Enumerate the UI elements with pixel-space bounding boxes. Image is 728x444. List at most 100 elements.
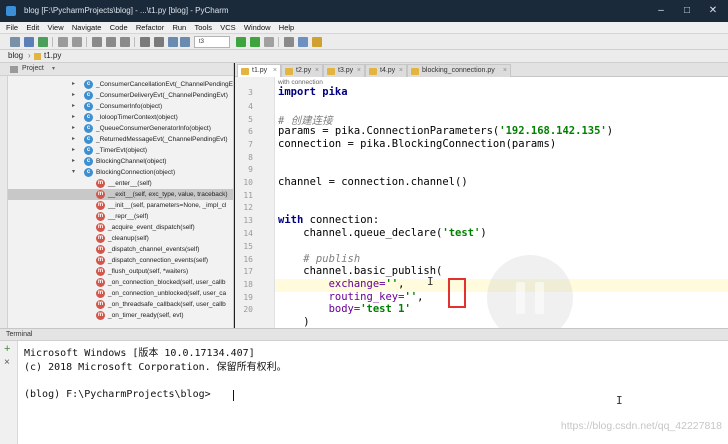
tree-item[interactable]: m _on_connection_blocked(self, user_callb	[8, 277, 233, 288]
debug-icon[interactable]	[250, 37, 260, 47]
sdk-icon[interactable]	[298, 37, 308, 47]
forward-icon[interactable]	[180, 37, 190, 47]
chevron-right-icon[interactable]: ▸	[72, 156, 75, 167]
maximize-icon[interactable]: □	[674, 3, 700, 19]
close-tab-icon[interactable]: ×	[273, 65, 277, 77]
terminal-title[interactable]: Terminal	[6, 331, 32, 338]
paste-icon[interactable]	[120, 37, 130, 47]
chevron-down-icon[interactable]: ▾	[52, 65, 55, 72]
tree-item[interactable]: ▸ c BlockingChannel(object)	[8, 156, 233, 167]
tree-item[interactable]: m _dispatch_connection_events(self)	[8, 255, 233, 266]
python-file-icon	[327, 68, 335, 75]
chevron-down-icon[interactable]: ▾	[72, 167, 75, 178]
help-icon[interactable]	[312, 37, 322, 47]
menu-tools[interactable]: Tools	[191, 22, 215, 33]
menu-view[interactable]: View	[45, 22, 67, 33]
replace-icon[interactable]	[154, 37, 164, 47]
back-icon[interactable]	[168, 37, 178, 47]
tree-item[interactable]: m __enter__(self)	[8, 178, 233, 189]
chevron-right-icon[interactable]: ▸	[72, 90, 75, 101]
tree-item[interactable]: ▸ c _ConsumerDeliveryEvt(_ChannelPendingEv…	[8, 90, 233, 101]
tree-item[interactable]: ▸ c _QueueConsumerGeneratorInfo(object)	[8, 123, 233, 134]
breadcrumb-file[interactable]: t1.py	[44, 51, 61, 61]
tree-item[interactable]: m __exit__(self, exc_type, value, traceba…	[8, 189, 233, 200]
tree-item-label: __enter__(self)	[108, 180, 152, 187]
line-number-gutter: 3 4 5 6 7 8 9 10 11 12 13 14 15 16 17 18 19 20	[235, 77, 275, 328]
save-all-icon[interactable]	[24, 37, 34, 47]
run-config-select[interactable]: t3	[194, 36, 230, 48]
project-panel-title[interactable]: Project	[22, 65, 44, 72]
tree-item[interactable]: m _cleanup(self)	[8, 233, 233, 244]
close-tab-icon[interactable]: ×	[357, 65, 361, 77]
side-tool-strip	[0, 76, 8, 328]
tree-item[interactable]: m _on_connection_unblocked(self, user_ca	[8, 288, 233, 299]
tree-item[interactable]: ▾ c BlockingConnection(object)	[8, 167, 233, 178]
chevron-right-icon[interactable]: ▸	[72, 79, 75, 90]
chevron-right-icon[interactable]: ▸	[72, 101, 75, 112]
code-editor[interactable]: 3 4 5 6 7 8 9 10 11 12 13 14 15 16 17 18 19 20 with conne…	[235, 77, 728, 328]
close-terminal-icon[interactable]: ×	[4, 357, 10, 368]
tree-item[interactable]: ▸ c _ReturnedMessageEvt(_ChannelPendingEvt…	[8, 134, 233, 145]
tab-t4[interactable]: t4.py ×	[365, 64, 407, 77]
menu-file[interactable]: File	[3, 22, 21, 33]
line-number: 10	[243, 178, 253, 187]
undo-icon[interactable]	[58, 37, 68, 47]
terminal-cursor	[233, 390, 234, 401]
tree-item-label: _ConsumerInfo(object)	[96, 103, 163, 110]
cut-icon[interactable]	[92, 37, 102, 47]
line-number: 14	[243, 229, 253, 238]
tree-item[interactable]: m _acquire_event_dispatch(self)	[8, 222, 233, 233]
tree-item-label: _QueueConsumerGeneratorInfo(object)	[96, 125, 211, 132]
tree-item[interactable]: ▸ c _ConsumerInfo(object)	[8, 101, 233, 112]
add-terminal-icon[interactable]: +	[4, 343, 10, 355]
terminal-line: Microsoft Windows [版本 10.0.17134.407]	[24, 348, 255, 359]
tree-item-label: _IoloopTimerContext(object)	[96, 114, 178, 121]
breadcrumb-project[interactable]: blog	[8, 51, 23, 61]
tree-item[interactable]: m _on_timer_ready(self, evt)	[8, 310, 233, 321]
tab-blocking-connection[interactable]: blocking_connection.py ×	[407, 64, 511, 77]
menu-refactor[interactable]: Refactor	[133, 22, 167, 33]
close-tab-icon[interactable]: ×	[503, 65, 507, 77]
tab-t2[interactable]: t2.py ×	[281, 64, 323, 77]
menu-help[interactable]: Help	[276, 22, 297, 33]
minimize-icon[interactable]: –	[648, 3, 674, 19]
tree-item-label: __repr__(self)	[108, 213, 149, 220]
settings-icon[interactable]	[284, 37, 294, 47]
sync-icon[interactable]	[38, 37, 48, 47]
copy-icon[interactable]	[106, 37, 116, 47]
menu-navigate[interactable]: Navigate	[69, 22, 105, 33]
close-tab-icon[interactable]: ×	[315, 65, 319, 77]
tree-item-label: _cleanup(self)	[108, 235, 149, 242]
tree-item[interactable]: m _flush_output(self, *waiters)	[8, 266, 233, 277]
redo-icon[interactable]	[72, 37, 82, 47]
chevron-right-icon[interactable]: ▸	[72, 134, 75, 145]
open-icon[interactable]	[10, 37, 20, 47]
menu-window[interactable]: Window	[241, 22, 274, 33]
chevron-right-icon[interactable]: ▸	[72, 123, 75, 134]
tab-t1[interactable]: t1.py ×	[237, 64, 281, 77]
chevron-right-icon[interactable]: ▸	[72, 145, 75, 156]
menu-edit[interactable]: Edit	[23, 22, 42, 33]
code-line: # publish	[278, 253, 361, 265]
run-icon[interactable]	[236, 37, 246, 47]
menu-code[interactable]: Code	[107, 22, 131, 33]
tree-item[interactable]: m __repr__(self)	[8, 211, 233, 222]
method-icon: m	[96, 256, 105, 265]
find-icon[interactable]	[140, 37, 150, 47]
tree-item[interactable]: m __init__(self, parameters=None, _impl_c…	[8, 200, 233, 211]
tree-item[interactable]: ▸ c _TimerEvt(object)	[8, 145, 233, 156]
tree-item[interactable]: ▸ c _ConsumerCancellationEvt(_ChannelPendi…	[8, 79, 233, 90]
tree-item[interactable]: m _dispatch_channel_events(self)	[8, 244, 233, 255]
close-tab-icon[interactable]: ×	[399, 65, 403, 77]
chevron-right-icon[interactable]: ▸	[72, 112, 75, 123]
menu-run[interactable]: Run	[169, 22, 189, 33]
terminal-header: Terminal	[0, 328, 728, 341]
tab-t3[interactable]: t3.py ×	[323, 64, 365, 77]
menu-vcs[interactable]: VCS	[217, 22, 238, 33]
python-file-icon	[34, 53, 41, 60]
close-icon[interactable]: ✕	[700, 3, 726, 19]
tree-item[interactable]: ▸ c _IoloopTimerContext(object)	[8, 112, 233, 123]
stop-icon[interactable]	[264, 37, 274, 47]
tree-item[interactable]: m _on_threadsafe_callback(self, user_call…	[8, 299, 233, 310]
text-cursor-icon: I	[427, 275, 434, 288]
